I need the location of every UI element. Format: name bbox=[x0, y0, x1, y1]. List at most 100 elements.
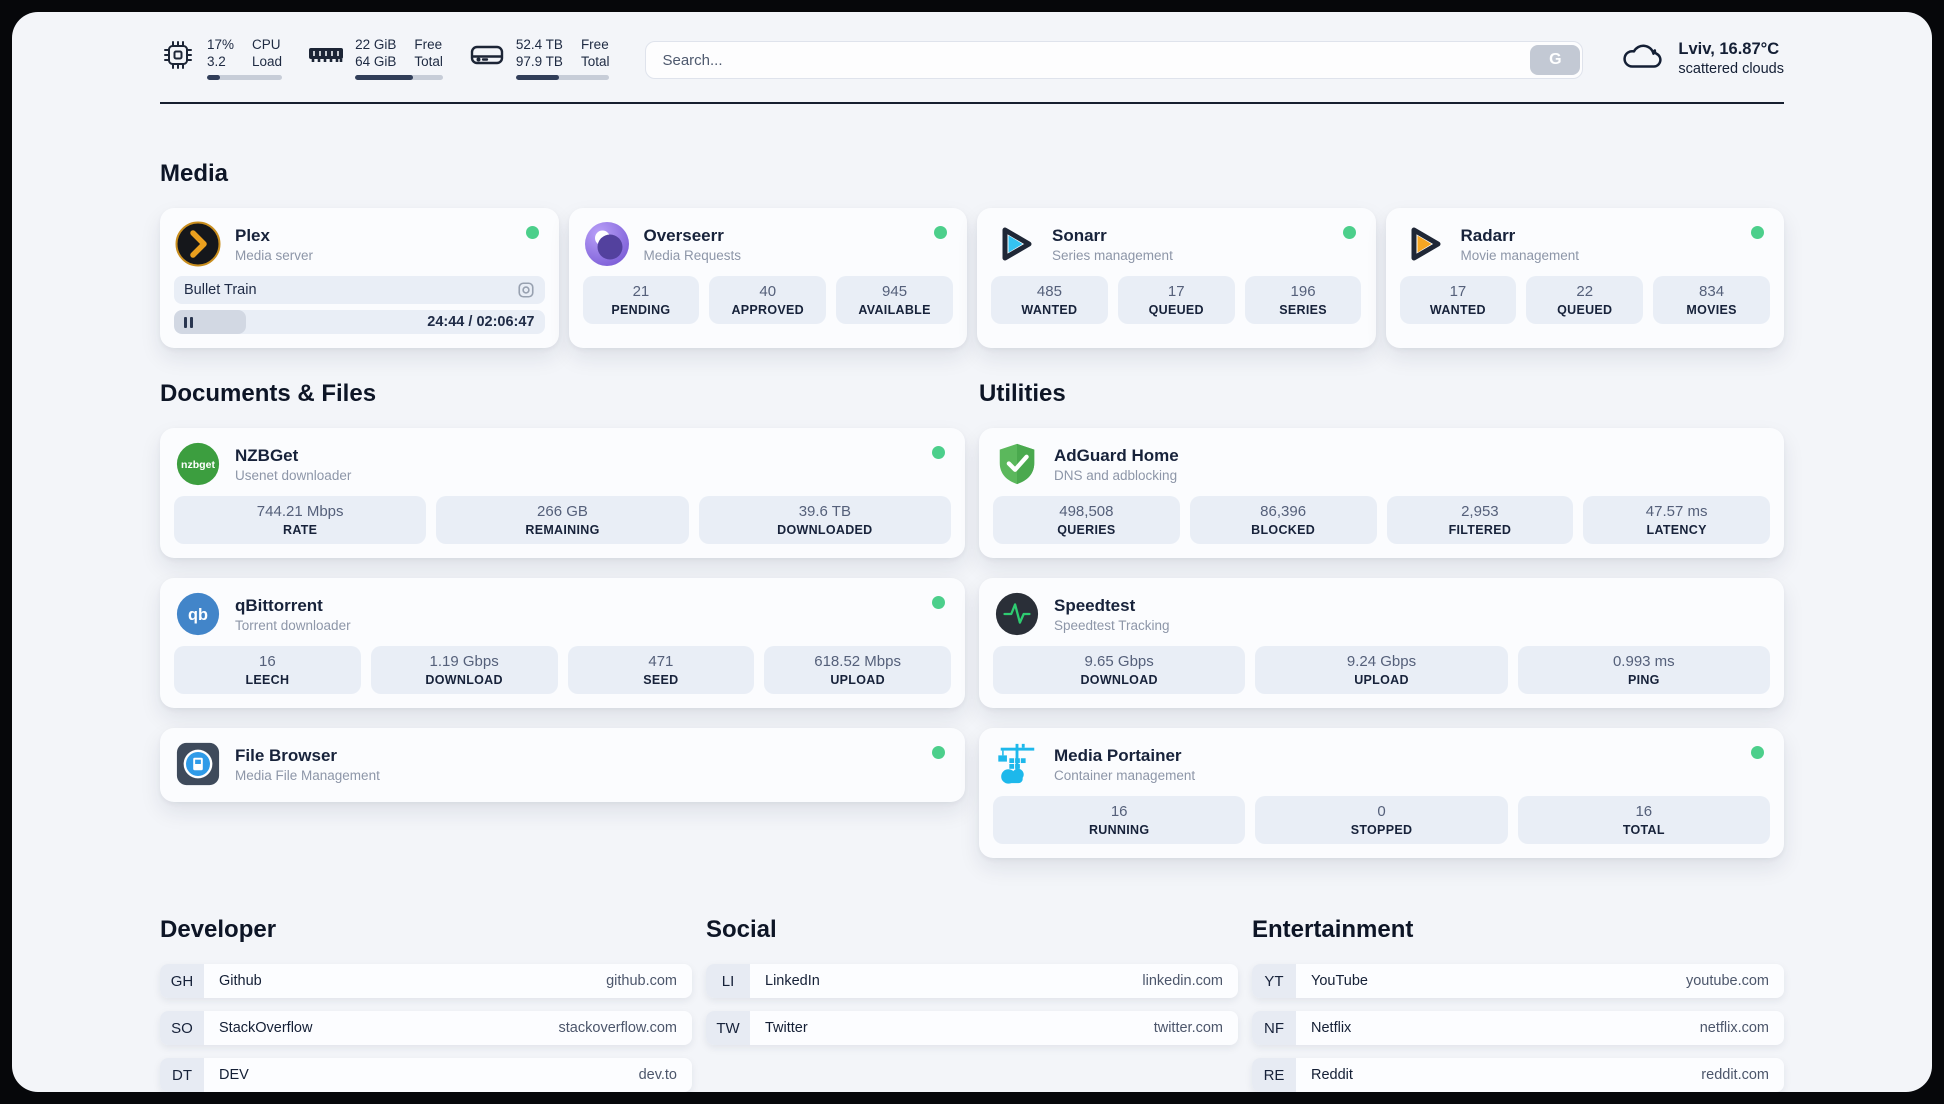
stat-box: 16 LEECH bbox=[174, 646, 361, 694]
stat-box: 16 RUNNING bbox=[993, 796, 1246, 844]
app-card-portainer[interactable]: Media Portainer Container management 16 R… bbox=[979, 728, 1784, 858]
ram-stat: 22 GiB 64 GiB Free Total bbox=[308, 36, 443, 80]
cpu-icon bbox=[160, 37, 196, 73]
status-online-dot bbox=[932, 596, 945, 609]
link-linkedin[interactable]: LI LinkedIn linkedin.com bbox=[706, 964, 1238, 998]
section-documents: Documents & Files nzbget NZBGet Usenet d… bbox=[160, 380, 965, 802]
radarr-icon bbox=[1400, 220, 1448, 268]
header-divider bbox=[160, 102, 1784, 104]
app-card-sonarr[interactable]: Sonarr Series management 485 WANTED 17 QUE… bbox=[977, 208, 1376, 348]
stat-box: 196 SERIES bbox=[1244, 276, 1362, 324]
link-abbr-badge: LI bbox=[706, 964, 750, 998]
app-description: Media File Management bbox=[235, 767, 380, 783]
section-entertainment: Entertainment YT YouTube youtube.com NF … bbox=[1252, 916, 1784, 1092]
app-name: NZBGet bbox=[235, 445, 299, 465]
app-name: Sonarr bbox=[1052, 225, 1107, 245]
session-target-icon[interactable] bbox=[517, 281, 535, 299]
cpu-values: 17% 3.2 bbox=[207, 36, 234, 70]
app-card-speedtest[interactable]: Speedtest Speedtest Tracking 9.65 Gbps DO… bbox=[979, 578, 1784, 708]
top-bar: 17% 3.2 CPU Load 22 GiB 64 GiB Free Tota… bbox=[12, 12, 1932, 80]
section-social: Social LI LinkedIn linkedin.com TW Twitt… bbox=[706, 916, 1238, 1045]
status-online-dot bbox=[932, 446, 945, 459]
weather-widget: Lviv, 16.87°C scattered clouds bbox=[1619, 38, 1784, 79]
app-description: Series management bbox=[1052, 247, 1173, 263]
app-name: File Browser bbox=[235, 745, 338, 765]
app-description: DNS and adblocking bbox=[1054, 467, 1178, 483]
app-card-radarr[interactable]: Radarr Movie management 17 WANTED 22 QUEUE… bbox=[1385, 208, 1784, 348]
speedtest-icon bbox=[993, 590, 1041, 638]
app-description: Speedtest Tracking bbox=[1054, 617, 1170, 633]
media-section-title: Media bbox=[160, 160, 229, 187]
app-name: Speedtest bbox=[1054, 595, 1136, 615]
app-description: Usenet downloader bbox=[235, 467, 352, 483]
section-media: Media Plex Media server Bullet Train 24:… bbox=[160, 160, 1784, 348]
app-card-filebrowser[interactable]: File Browser Media File Management bbox=[160, 728, 965, 802]
stat-box: 498,508 QUERIES bbox=[993, 496, 1180, 544]
ram-free: 22 GiB bbox=[355, 37, 397, 52]
status-online-dot bbox=[1342, 226, 1356, 239]
disk-stat: 52.4 TB 97.9 TB Free Total bbox=[469, 36, 610, 80]
search-input[interactable] bbox=[648, 51, 1531, 69]
weather-location-temp: Lviv, 16.87°C bbox=[1678, 40, 1780, 58]
link-abbr-badge: NF bbox=[1252, 1011, 1296, 1045]
cloud-icon bbox=[1619, 38, 1665, 79]
cpu-progress-bar bbox=[207, 75, 283, 80]
app-name: Media Portainer bbox=[1054, 745, 1182, 765]
ram-labels: Free Total bbox=[414, 37, 443, 69]
link-abbr-badge: YT bbox=[1252, 964, 1296, 998]
overseerr-icon bbox=[583, 220, 631, 268]
status-online-dot bbox=[1751, 226, 1764, 239]
app-description: Media Requests bbox=[643, 247, 742, 263]
plex-icon bbox=[174, 220, 222, 268]
app-name: qBittorrent bbox=[235, 595, 323, 615]
cpu-load-value: 3.2 bbox=[207, 54, 226, 69]
link-abbr-badge: DT bbox=[160, 1058, 204, 1092]
stat-box: 1.19 Gbps DOWNLOAD bbox=[370, 646, 558, 694]
link-youtube[interactable]: YT YouTube youtube.com bbox=[1252, 964, 1784, 998]
status-online-dot bbox=[932, 746, 945, 759]
app-name: Plex bbox=[235, 225, 270, 245]
stat-box: 16 TOTAL bbox=[1517, 796, 1770, 844]
ram-total: 64 GiB bbox=[355, 54, 397, 69]
status-online-dot bbox=[934, 226, 947, 239]
app-name: Overseerr bbox=[643, 225, 724, 245]
app-card-overseerr[interactable]: Overseerr Media Requests 21 PENDING 40 APP… bbox=[568, 208, 967, 348]
stat-box: 2,953 FILTERED bbox=[1386, 496, 1574, 544]
pause-icon[interactable] bbox=[184, 316, 193, 328]
ram-values: 22 GiB 64 GiB bbox=[355, 36, 396, 70]
disk-progress-bar bbox=[515, 75, 610, 80]
dashboard-page: 17% 3.2 CPU Load 22 GiB 64 GiB Free Tota… bbox=[12, 12, 1932, 1092]
playback-progress-bar: 24:44 / 02:06:47 bbox=[174, 310, 545, 334]
app-description: Torrent downloader bbox=[235, 617, 351, 633]
app-card-qbittorrent[interactable]: qb qBittorrent Torrent downloader 16 LEEC… bbox=[160, 578, 965, 708]
search-engine-button[interactable]: G bbox=[1530, 45, 1581, 75]
stat-box: 266 GB REMAINING bbox=[436, 496, 689, 544]
svg-text:qb: qb bbox=[188, 606, 208, 624]
sonarr-icon bbox=[991, 220, 1039, 268]
app-description: Container management bbox=[1054, 767, 1196, 783]
link-reddit[interactable]: RE Reddit reddit.com bbox=[1252, 1058, 1784, 1092]
stat-box: 9.65 Gbps DOWNLOAD bbox=[993, 646, 1246, 694]
portainer-icon bbox=[993, 740, 1041, 788]
link-dev[interactable]: DT DEV dev.to bbox=[160, 1058, 692, 1092]
link-netflix[interactable]: NF Netflix netflix.com bbox=[1252, 1011, 1784, 1045]
section-developer: Developer GH Github github.com SO StackO… bbox=[160, 916, 692, 1092]
app-card-adguard[interactable]: AdGuard Home DNS and adblocking 498,508 Q… bbox=[979, 428, 1784, 558]
stat-box: 744.21 Mbps RATE bbox=[174, 496, 427, 544]
system-stats: 17% 3.2 CPU Load 22 GiB 64 GiB Free Tota… bbox=[160, 36, 610, 80]
link-stackoverflow[interactable]: SO StackOverflow stackoverflow.com bbox=[160, 1011, 692, 1045]
stat-box: 9.24 Gbps UPLOAD bbox=[1255, 646, 1508, 694]
utilities-section-title: Utilities bbox=[979, 380, 1066, 407]
disk-total: 97.9 TB bbox=[515, 54, 563, 69]
app-card-plex[interactable]: Plex Media server Bullet Train 24:44 / 0… bbox=[160, 208, 559, 348]
stat-box: 945 AVAILABLE bbox=[836, 276, 953, 324]
cpu-percent: 17% bbox=[207, 37, 235, 52]
link-twitter[interactable]: TW Twitter twitter.com bbox=[706, 1011, 1238, 1045]
app-card-nzbget[interactable]: nzbget NZBGet Usenet downloader 744.21 M… bbox=[160, 428, 965, 558]
stat-box: 17 WANTED bbox=[1399, 276, 1517, 324]
nzbget-icon: nzbget bbox=[174, 440, 222, 488]
weather-condition: scattered clouds bbox=[1678, 61, 1784, 77]
link-github[interactable]: GH Github github.com bbox=[160, 964, 692, 998]
stat-box: 618.52 Mbps UPLOAD bbox=[764, 646, 951, 694]
stat-box: 485 WANTED bbox=[991, 276, 1108, 324]
